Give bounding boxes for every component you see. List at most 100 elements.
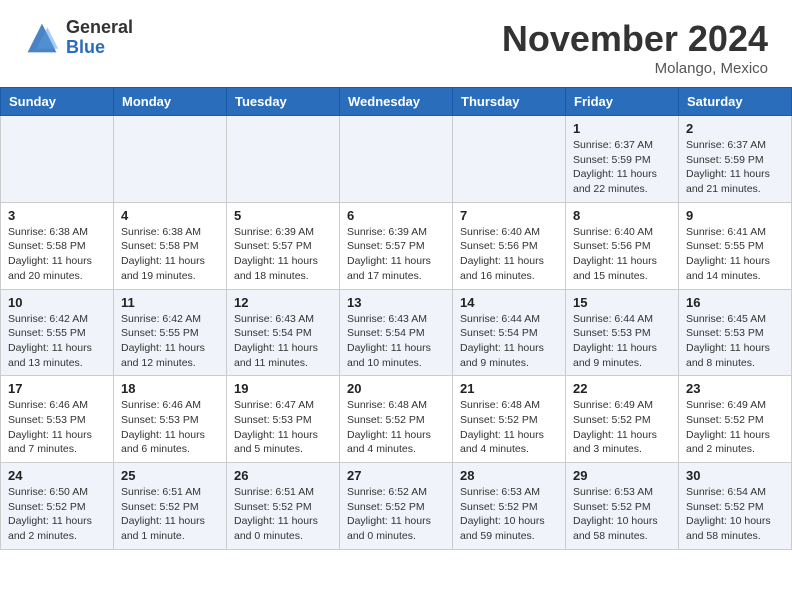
table-row: 21 Sunrise: 6:48 AM Sunset: 5:52 PM Dayli… xyxy=(453,376,566,463)
calendar-table: Sunday Monday Tuesday Wednesday Thursday… xyxy=(0,87,792,550)
cell-info: Sunrise: 6:54 AM Sunset: 5:52 PM Dayligh… xyxy=(686,485,784,544)
table-row: 30 Sunrise: 6:54 AM Sunset: 5:52 PM Dayli… xyxy=(679,463,792,550)
table-row: 28Sunrise: 6:53 AM Sunset: 5:52 PM Dayli… xyxy=(453,463,566,550)
cell-content: 6 Sunrise: 6:39 AM Sunset: 5:57 PM Daylig… xyxy=(347,208,445,284)
cell-info: Sunrise: 6:44 AM Sunset: 5:54 PM Dayligh… xyxy=(460,312,558,371)
table-row: 20 Sunrise: 6:48 AM Sunset: 5:52 PM Dayli… xyxy=(340,376,453,463)
day-number: 16 xyxy=(686,295,784,310)
cell-info: Sunrise: 6:45 AM Sunset: 5:53 PM Dayligh… xyxy=(686,312,784,371)
table-row: 18Sunrise: 6:46 AM Sunset: 5:53 PM Dayli… xyxy=(114,376,227,463)
cell-content: 22 Sunrise: 6:49 AM Sunset: 5:52 PM Dayli… xyxy=(573,381,671,457)
table-row: 10Sunrise: 6:42 AM Sunset: 5:55 PM Dayli… xyxy=(1,289,114,376)
day-number: 5 xyxy=(234,208,332,223)
cell-info: Sunrise: 6:37 AM Sunset: 5:59 PM Dayligh… xyxy=(686,138,784,197)
table-row: 1Sunrise: 6:37 AM Sunset: 5:59 PM Daylig… xyxy=(566,116,679,203)
day-number: 11 xyxy=(121,295,219,310)
cell-info: Sunrise: 6:49 AM Sunset: 5:52 PM Dayligh… xyxy=(686,398,784,457)
table-row xyxy=(1,116,114,203)
logo-blue: Blue xyxy=(66,38,133,58)
calendar-week-row: 3 Sunrise: 6:38 AM Sunset: 5:58 PM Daylig… xyxy=(1,202,792,289)
day-number: 30 xyxy=(686,468,784,483)
location: Molango, Mexico xyxy=(502,60,768,77)
cell-info: Sunrise: 6:41 AM Sunset: 5:55 PM Dayligh… xyxy=(686,225,784,284)
day-number: 21 xyxy=(460,381,558,396)
cell-content: 10Sunrise: 6:42 AM Sunset: 5:55 PM Dayli… xyxy=(8,295,106,371)
table-row: 26Sunrise: 6:51 AM Sunset: 5:52 PM Dayli… xyxy=(227,463,340,550)
cell-content: 28Sunrise: 6:53 AM Sunset: 5:52 PM Dayli… xyxy=(460,468,558,544)
table-row: 25Sunrise: 6:51 AM Sunset: 5:52 PM Dayli… xyxy=(114,463,227,550)
day-number: 8 xyxy=(573,208,671,223)
cell-info: Sunrise: 6:43 AM Sunset: 5:54 PM Dayligh… xyxy=(234,312,332,371)
cell-info: Sunrise: 6:48 AM Sunset: 5:52 PM Dayligh… xyxy=(460,398,558,457)
day-number: 9 xyxy=(686,208,784,223)
cell-info: Sunrise: 6:49 AM Sunset: 5:52 PM Dayligh… xyxy=(573,398,671,457)
day-number: 6 xyxy=(347,208,445,223)
cell-info: Sunrise: 6:48 AM Sunset: 5:52 PM Dayligh… xyxy=(347,398,445,457)
cell-info: Sunrise: 6:46 AM Sunset: 5:53 PM Dayligh… xyxy=(8,398,106,457)
cell-content: 14Sunrise: 6:44 AM Sunset: 5:54 PM Dayli… xyxy=(460,295,558,371)
table-row xyxy=(114,116,227,203)
cell-info: Sunrise: 6:53 AM Sunset: 5:52 PM Dayligh… xyxy=(573,485,671,544)
calendar-week-row: 24 Sunrise: 6:50 AM Sunset: 5:52 PM Dayli… xyxy=(1,463,792,550)
table-row: 6 Sunrise: 6:39 AM Sunset: 5:57 PM Daylig… xyxy=(340,202,453,289)
cell-info: Sunrise: 6:39 AM Sunset: 5:57 PM Dayligh… xyxy=(347,225,445,284)
cell-content: 30 Sunrise: 6:54 AM Sunset: 5:52 PM Dayli… xyxy=(686,468,784,544)
month-title: November 2024 xyxy=(502,18,768,60)
cell-content: 11 Sunrise: 6:42 AM Sunset: 5:55 PM Dayli… xyxy=(121,295,219,371)
cell-info: Sunrise: 6:47 AM Sunset: 5:53 PM Dayligh… xyxy=(234,398,332,457)
cell-info: Sunrise: 6:52 AM Sunset: 5:52 PM Dayligh… xyxy=(347,485,445,544)
day-number: 12 xyxy=(234,295,332,310)
col-tuesday: Tuesday xyxy=(227,88,340,116)
day-number: 2 xyxy=(686,121,784,136)
col-saturday: Saturday xyxy=(679,88,792,116)
cell-content: 27Sunrise: 6:52 AM Sunset: 5:52 PM Dayli… xyxy=(347,468,445,544)
cell-content: 12 Sunrise: 6:43 AM Sunset: 5:54 PM Dayli… xyxy=(234,295,332,371)
cell-info: Sunrise: 6:42 AM Sunset: 5:55 PM Dayligh… xyxy=(121,312,219,371)
cell-info: Sunrise: 6:37 AM Sunset: 5:59 PM Dayligh… xyxy=(573,138,671,197)
cell-content: 21 Sunrise: 6:48 AM Sunset: 5:52 PM Dayli… xyxy=(460,381,558,457)
col-friday: Friday xyxy=(566,88,679,116)
calendar-week-row: 17 Sunrise: 6:46 AM Sunset: 5:53 PM Dayli… xyxy=(1,376,792,463)
table-row: 17 Sunrise: 6:46 AM Sunset: 5:53 PM Dayli… xyxy=(1,376,114,463)
col-wednesday: Wednesday xyxy=(340,88,453,116)
table-row: 23Sunrise: 6:49 AM Sunset: 5:52 PM Dayli… xyxy=(679,376,792,463)
table-row xyxy=(340,116,453,203)
cell-content: 9 Sunrise: 6:41 AM Sunset: 5:55 PM Daylig… xyxy=(686,208,784,284)
table-row: 29Sunrise: 6:53 AM Sunset: 5:52 PM Dayli… xyxy=(566,463,679,550)
cell-content: 2 Sunrise: 6:37 AM Sunset: 5:59 PM Daylig… xyxy=(686,121,784,197)
cell-info: Sunrise: 6:40 AM Sunset: 5:56 PM Dayligh… xyxy=(573,225,671,284)
col-monday: Monday xyxy=(114,88,227,116)
cell-content: 19 Sunrise: 6:47 AM Sunset: 5:53 PM Dayli… xyxy=(234,381,332,457)
table-row: 14Sunrise: 6:44 AM Sunset: 5:54 PM Dayli… xyxy=(453,289,566,376)
cell-content: 3Sunrise: 6:38 AM Sunset: 5:58 PM Daylig… xyxy=(8,208,106,284)
cell-info: Sunrise: 6:50 AM Sunset: 5:52 PM Dayligh… xyxy=(8,485,106,544)
cell-info: Sunrise: 6:51 AM Sunset: 5:52 PM Dayligh… xyxy=(121,485,219,544)
day-number: 3 xyxy=(8,208,106,223)
cell-content: 13Sunrise: 6:43 AM Sunset: 5:54 PM Dayli… xyxy=(347,295,445,371)
day-number: 24 xyxy=(8,468,106,483)
table-row: 19 Sunrise: 6:47 AM Sunset: 5:53 PM Dayli… xyxy=(227,376,340,463)
table-row xyxy=(227,116,340,203)
logo-text: General Blue xyxy=(66,18,133,58)
cell-content: 29Sunrise: 6:53 AM Sunset: 5:52 PM Dayli… xyxy=(573,468,671,544)
day-number: 18 xyxy=(121,381,219,396)
logo-icon xyxy=(24,20,60,56)
day-number: 17 xyxy=(8,381,106,396)
cell-info: Sunrise: 6:38 AM Sunset: 5:58 PM Dayligh… xyxy=(121,225,219,284)
table-row: 11 Sunrise: 6:42 AM Sunset: 5:55 PM Dayli… xyxy=(114,289,227,376)
day-number: 4 xyxy=(121,208,219,223)
cell-content: 24 Sunrise: 6:50 AM Sunset: 5:52 PM Dayli… xyxy=(8,468,106,544)
table-row: 24 Sunrise: 6:50 AM Sunset: 5:52 PM Dayli… xyxy=(1,463,114,550)
cell-content: 15 Sunrise: 6:44 AM Sunset: 5:53 PM Dayli… xyxy=(573,295,671,371)
day-number: 15 xyxy=(573,295,671,310)
table-row: 8 Sunrise: 6:40 AM Sunset: 5:56 PM Daylig… xyxy=(566,202,679,289)
day-number: 20 xyxy=(347,381,445,396)
cell-content: 5Sunrise: 6:39 AM Sunset: 5:57 PM Daylig… xyxy=(234,208,332,284)
table-row: 16 Sunrise: 6:45 AM Sunset: 5:53 PM Dayli… xyxy=(679,289,792,376)
table-row: 5Sunrise: 6:39 AM Sunset: 5:57 PM Daylig… xyxy=(227,202,340,289)
day-number: 19 xyxy=(234,381,332,396)
day-number: 22 xyxy=(573,381,671,396)
cell-info: Sunrise: 6:44 AM Sunset: 5:53 PM Dayligh… xyxy=(573,312,671,371)
table-row: 27Sunrise: 6:52 AM Sunset: 5:52 PM Dayli… xyxy=(340,463,453,550)
cell-content: 16 Sunrise: 6:45 AM Sunset: 5:53 PM Dayli… xyxy=(686,295,784,371)
